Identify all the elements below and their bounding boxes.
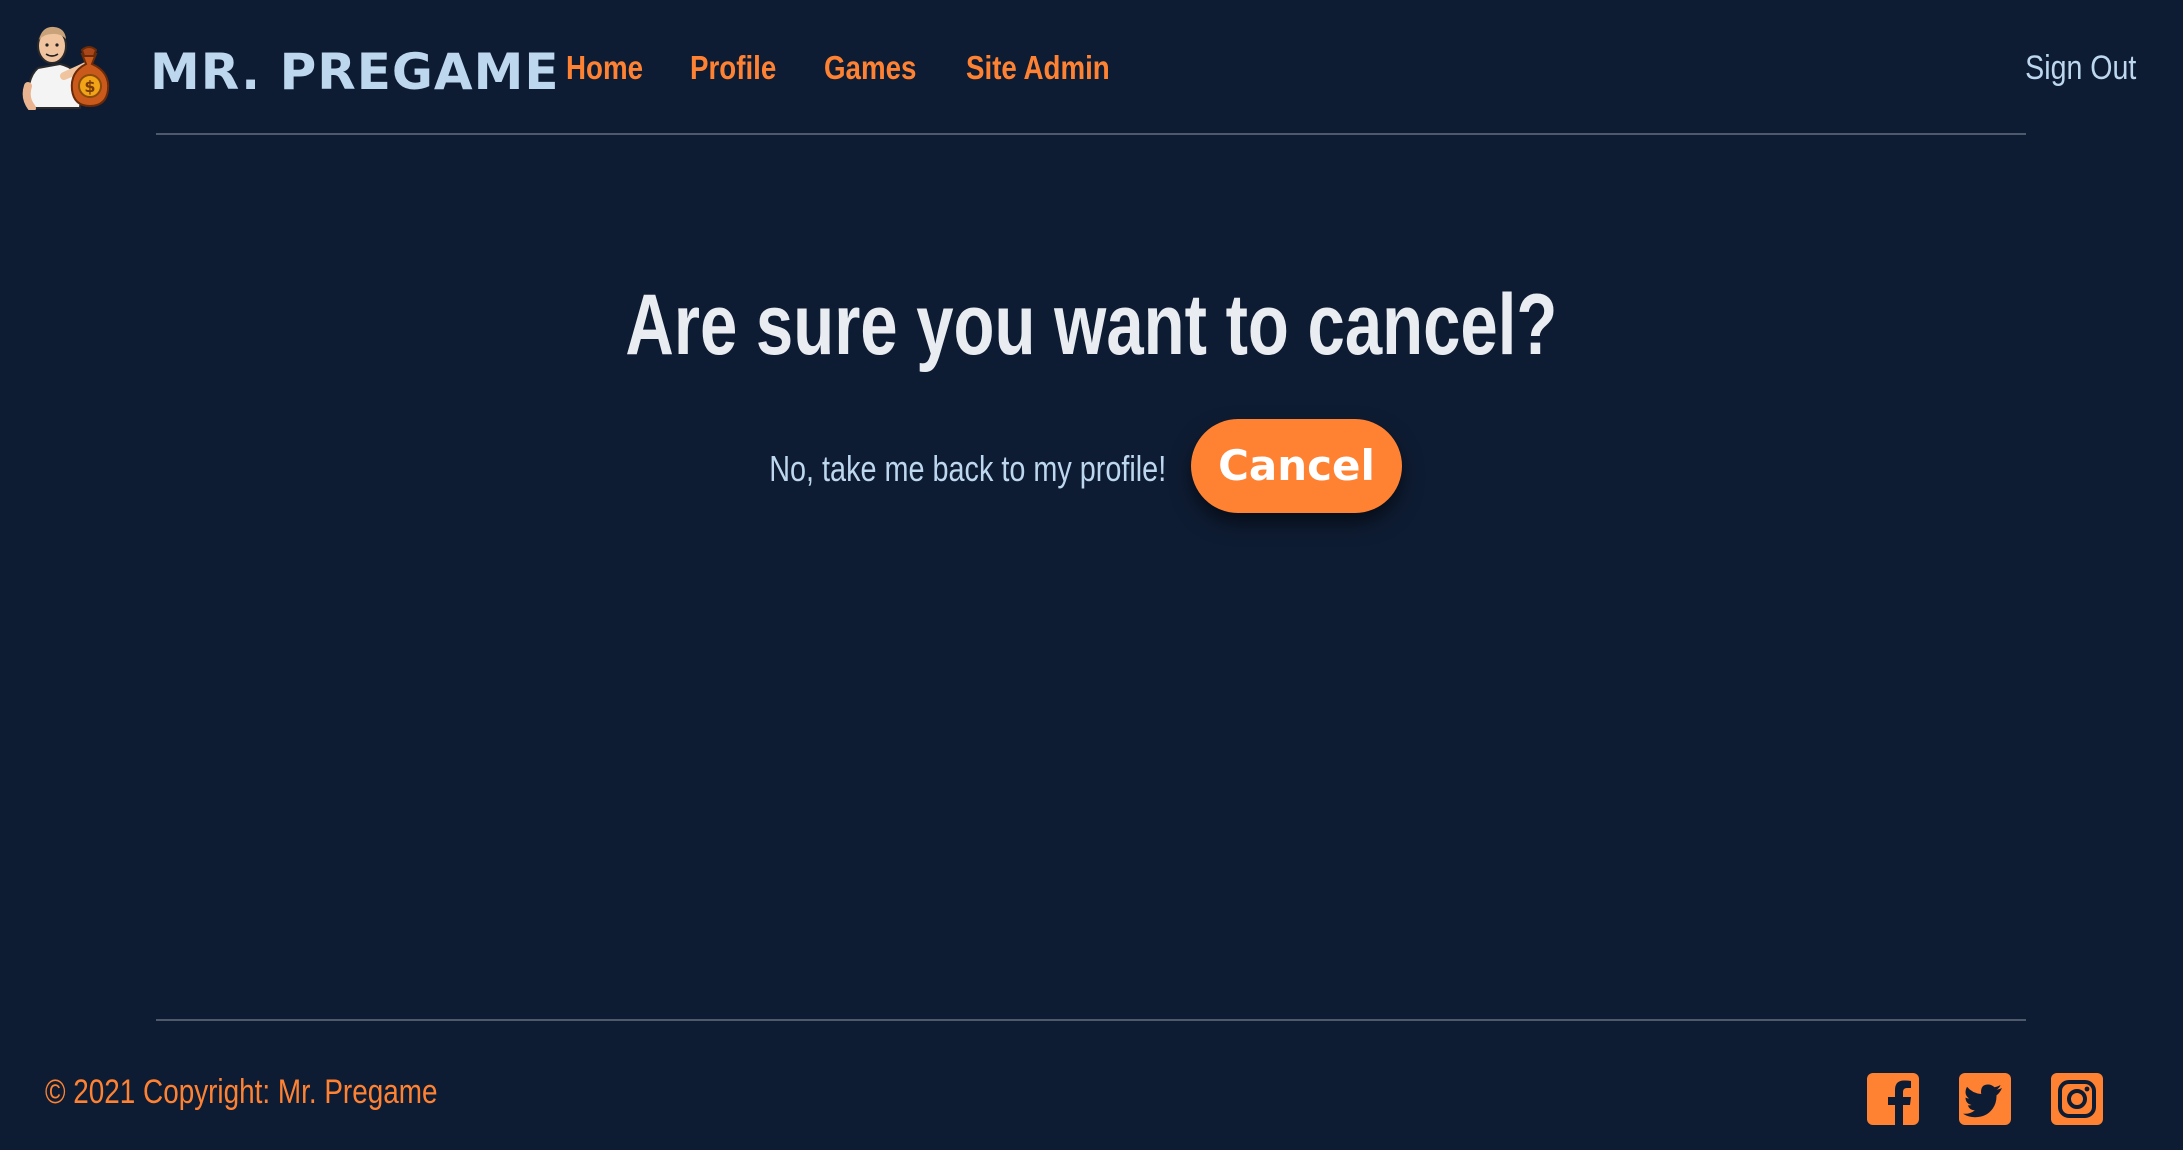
instagram-link[interactable] (2050, 1072, 2104, 1126)
header-divider (156, 133, 2026, 135)
mascot-money-bag-icon: $ (22, 26, 110, 112)
facebook-link[interactable] (1866, 1072, 1920, 1126)
cancel-button[interactable]: Cancel (1191, 419, 1402, 513)
footer-divider (156, 1019, 2026, 1021)
svg-text:$: $ (84, 77, 95, 96)
brand-name[interactable]: MR. PREGAME (150, 42, 560, 102)
twitter-icon (1959, 1073, 2011, 1125)
instagram-icon (2051, 1073, 2103, 1125)
page-title: Are sure you want to cancel? (0, 270, 2183, 380)
nav-games[interactable]: Games (824, 44, 916, 92)
back-to-profile-link[interactable]: No, take me back to my profile! (769, 445, 1166, 493)
twitter-link[interactable] (1958, 1072, 2012, 1126)
nav-home[interactable]: Home (566, 44, 643, 92)
site-logo[interactable]: $ (20, 16, 116, 112)
copyright-text: © 2021 Copyright: Mr. Pregame (45, 1073, 438, 1111)
main-nav: Home Profile Games Site Admin (566, 44, 1138, 92)
facebook-icon (1867, 1073, 1919, 1126)
page-title-text: Are sure you want to cancel? (625, 277, 1558, 373)
nav-site-admin[interactable]: Site Admin (966, 44, 1110, 92)
nav-profile[interactable]: Profile (690, 44, 776, 92)
sign-out-link[interactable]: Sign Out (2025, 44, 2136, 92)
